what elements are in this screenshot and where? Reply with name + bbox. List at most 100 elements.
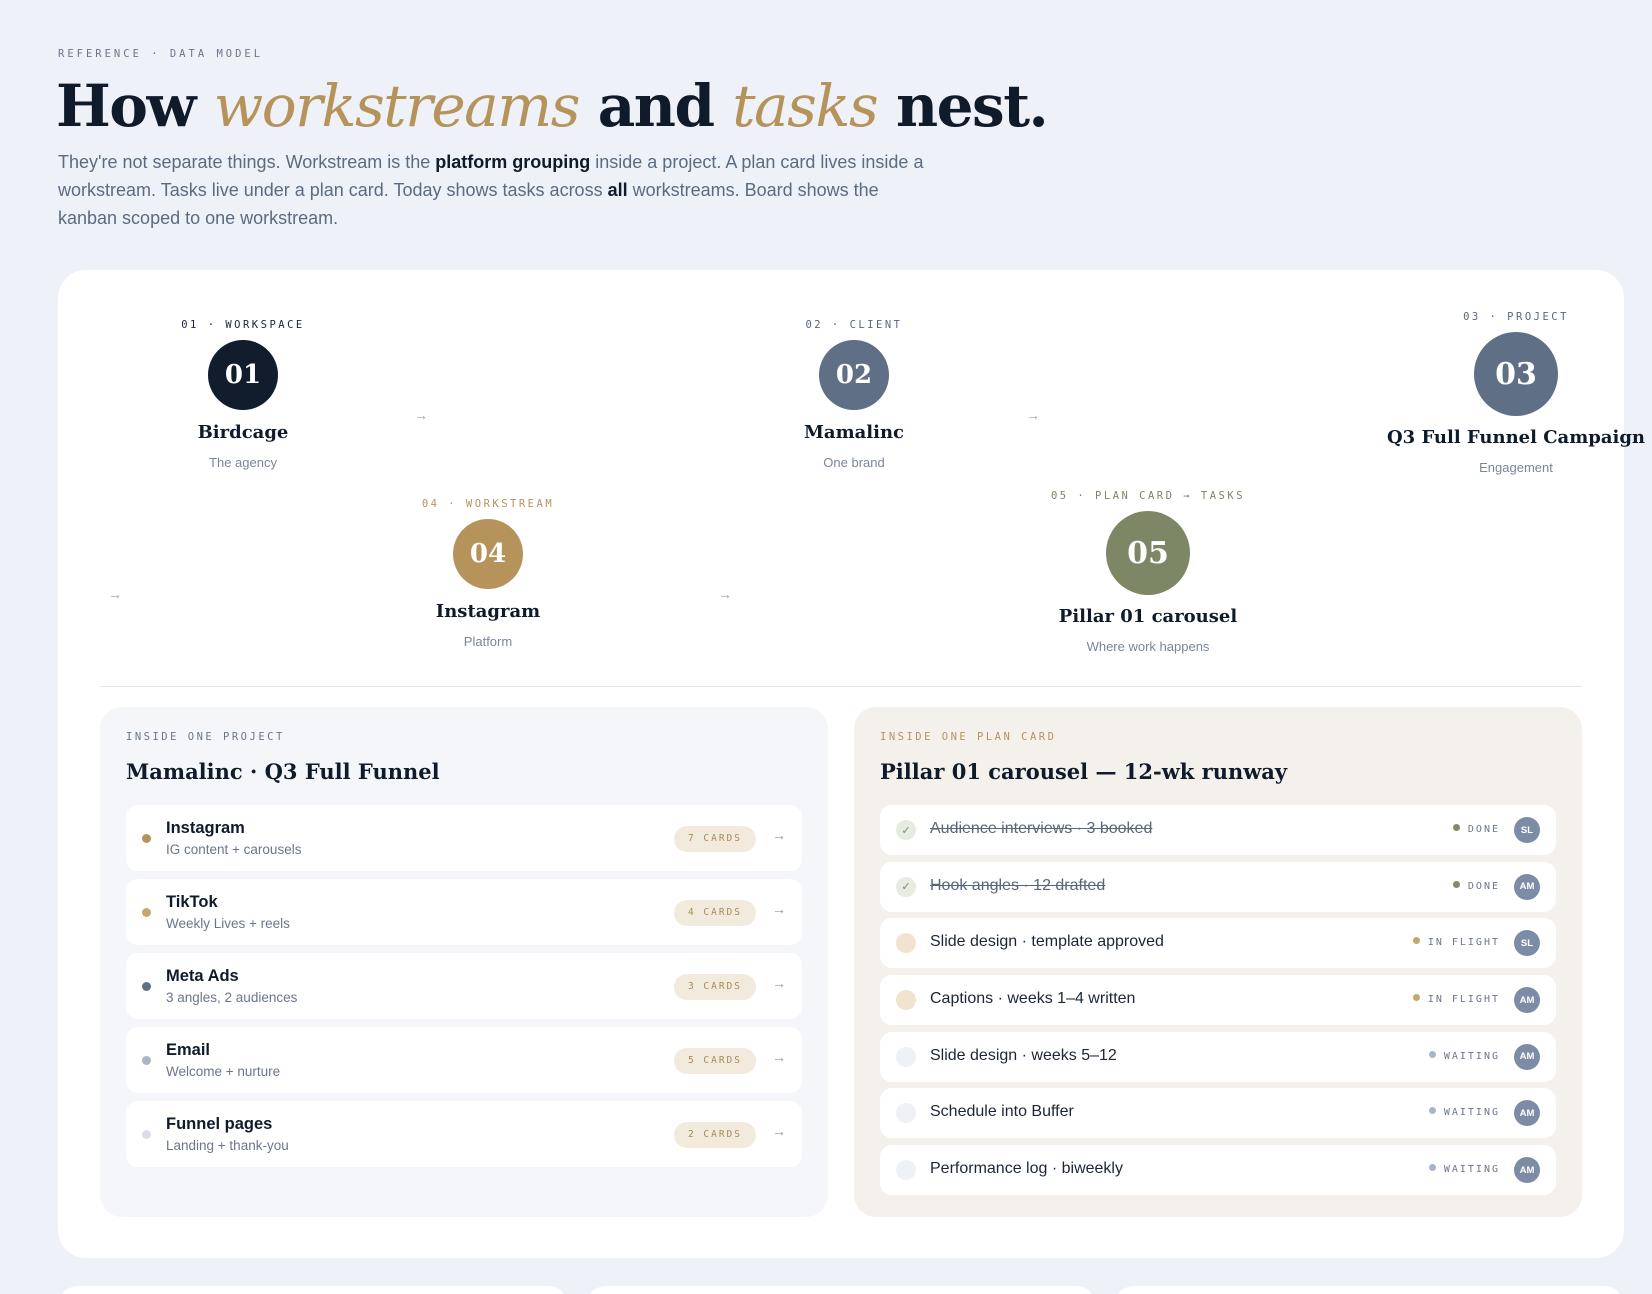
arrow-icon: → (108, 586, 122, 602)
arrow-icon: → (718, 586, 732, 602)
node-label: 05 · PLAN CARD → TASKS (1050, 490, 1246, 502)
node-name: Q3 Full Funnel Campaign (1386, 427, 1646, 448)
task-checkbox[interactable] (896, 1160, 916, 1181)
hierarchy-node-plan-card: 05 · PLAN CARD → TASKS 05 Pillar 01 caro… (1013, 490, 1283, 654)
status-text: IN FLIGHT (1427, 937, 1500, 949)
task-title: Audience interviews · 3 booked (930, 820, 1153, 837)
status-badge: DONE (1452, 880, 1500, 892)
task-title: Performance log · biweekly (930, 1160, 1123, 1178)
avatar[interactable]: AM (1514, 1157, 1540, 1184)
arrow-right-icon[interactable]: → (772, 901, 786, 917)
task-list: ✓ Audience interviews · 3 booked DONE SL… (880, 805, 1556, 1202)
checkmark-icon[interactable]: ✓ (896, 876, 916, 897)
task-row[interactable]: Slide design · weeks 5–12 WAITING AM (880, 1031, 1556, 1082)
task-row[interactable]: Schedule into Buffer WAITING AM (880, 1088, 1556, 1139)
title-part: nest. (877, 72, 1049, 140)
node-subtitle: The agency (209, 455, 277, 470)
node-label: 01 · WORKSPACE (181, 319, 305, 331)
arrow-right-icon[interactable]: → (772, 1049, 786, 1065)
title-part: and (579, 72, 733, 140)
panel-label: INSIDE ONE PLAN CARD (880, 731, 1057, 743)
status-text: DONE (1467, 824, 1500, 835)
node-subtitle: One brand (823, 455, 885, 470)
status-dot (1452, 824, 1460, 831)
page-title: How workstreams and tasks nest. (56, 72, 1049, 140)
hierarchy-node-client: 02 · CLIENT 02 Mamalinc One brand (734, 319, 974, 470)
workstream-row-instagram[interactable]: Instagram IG content + carousels 7 CARDS… (126, 805, 802, 871)
status-dot (1428, 1107, 1436, 1115)
task-row[interactable]: Slide design · template approved IN FLIG… (880, 918, 1556, 969)
workstream-name: Instagram (166, 819, 245, 837)
hierarchy-node-workspace: 01 · WORKSPACE 01 Birdcage The agency (123, 319, 363, 470)
task-checkbox[interactable] (896, 933, 916, 954)
section-divider (100, 686, 1582, 687)
card-count-badge: 5 CARDS (673, 1048, 756, 1074)
node-name: Pillar 01 carousel (1058, 606, 1238, 627)
node-number-badge: 02 (819, 340, 889, 410)
arrow-right-icon[interactable]: → (772, 827, 786, 843)
avatar[interactable]: AM (1514, 1043, 1540, 1070)
task-checkbox[interactable] (896, 990, 916, 1011)
lede-bold: all (607, 180, 628, 200)
arrow-right-icon[interactable]: → (772, 975, 786, 991)
status-text: WAITING (1443, 1164, 1500, 1176)
page-description: They're not separate things. Workstream … (58, 148, 938, 232)
workstream-description: Welcome + nurture (166, 1064, 281, 1079)
workstream-row-meta-ads[interactable]: Meta Ads 3 angles, 2 audiences 3 CARDS → (126, 953, 802, 1019)
node-name: Instagram (435, 601, 541, 622)
node-subtitle: Platform (463, 634, 513, 649)
task-checkbox[interactable] (896, 1046, 916, 1067)
panel-label: INSIDE ONE PROJECT (126, 731, 285, 743)
workstream-row-email[interactable]: Email Welcome + nurture 5 CARDS → (126, 1027, 802, 1093)
workstream-description: Weekly Lives + reels (166, 916, 290, 931)
node-label: 03 · PROJECT (1463, 311, 1569, 323)
avatar[interactable]: SL (1514, 930, 1540, 957)
task-title: Schedule into Buffer (930, 1103, 1074, 1121)
status-badge: WAITING (1428, 1050, 1500, 1062)
workstream-row-tiktok[interactable]: TikTok Weekly Lives + reels 4 CARDS → (126, 879, 802, 945)
workstream-name: Email (166, 1041, 211, 1059)
panel-title: Pillar 01 carousel — 12-wk runway (880, 759, 1288, 784)
workstream-row-funnel-pages[interactable]: Funnel pages Landing + thank-you 2 CARDS… (126, 1101, 802, 1167)
title-emphasis: workstreams (213, 72, 581, 140)
workstream-description: 3 angles, 2 audiences (166, 990, 298, 1005)
status-dot (1428, 1050, 1436, 1058)
panel-title: Mamalinc · Q3 Full Funnel (126, 759, 440, 784)
page-eyebrow: REFERENCE · DATA MODEL (58, 48, 264, 60)
lede-text: They're not separate things. Workstream … (58, 152, 436, 172)
next-section-card (1114, 1286, 1624, 1294)
task-row[interactable]: ✓ Hook angles · 12 drafted DONE AM (880, 861, 1556, 912)
next-section-card (58, 1286, 568, 1294)
node-number-badge: 01 (208, 340, 278, 410)
next-section-card (586, 1286, 1096, 1294)
node-subtitle: Engagement (1479, 460, 1553, 475)
status-badge: IN FLIGHT (1412, 994, 1500, 1005)
workstream-description: Landing + thank-you (166, 1138, 289, 1153)
workstream-dot (142, 982, 151, 991)
card-count-badge: 4 CARDS (673, 900, 756, 926)
checkmark-icon[interactable]: ✓ (896, 820, 916, 840)
node-number-badge: 04 (453, 519, 523, 589)
node-number-badge: 03 (1474, 332, 1558, 416)
workstream-list: Instagram IG content + carousels 7 CARDS… (126, 805, 802, 1175)
node-label: 04 · WORKSTREAM (421, 498, 555, 510)
status-badge: DONE (1452, 824, 1500, 835)
node-name: Birdcage (197, 422, 289, 443)
task-row[interactable]: ✓ Audience interviews · 3 booked DONE SL (880, 805, 1556, 855)
avatar[interactable]: AM (1514, 1100, 1540, 1127)
task-row[interactable]: Performance log · biweekly WAITING AM (880, 1145, 1556, 1196)
task-row[interactable]: Captions · weeks 1–4 written IN FLIGHT A… (880, 975, 1556, 1026)
status-dot (1412, 937, 1420, 945)
avatar[interactable]: AM (1514, 873, 1540, 900)
avatar[interactable]: SL (1514, 817, 1540, 843)
workstream-dot (142, 1056, 151, 1065)
task-checkbox[interactable] (896, 1103, 916, 1124)
avatar[interactable]: AM (1514, 987, 1540, 1014)
arrow-icon: → (1026, 407, 1040, 423)
task-title: Slide design · template approved (930, 933, 1164, 951)
arrow-right-icon[interactable]: → (772, 1123, 786, 1139)
node-number-badge: 05 (1106, 511, 1190, 595)
node-subtitle: Where work happens (1086, 639, 1210, 654)
arrow-icon: → (414, 407, 428, 423)
project-panel: INSIDE ONE PROJECT Mamalinc · Q3 Full Fu… (100, 707, 828, 1217)
